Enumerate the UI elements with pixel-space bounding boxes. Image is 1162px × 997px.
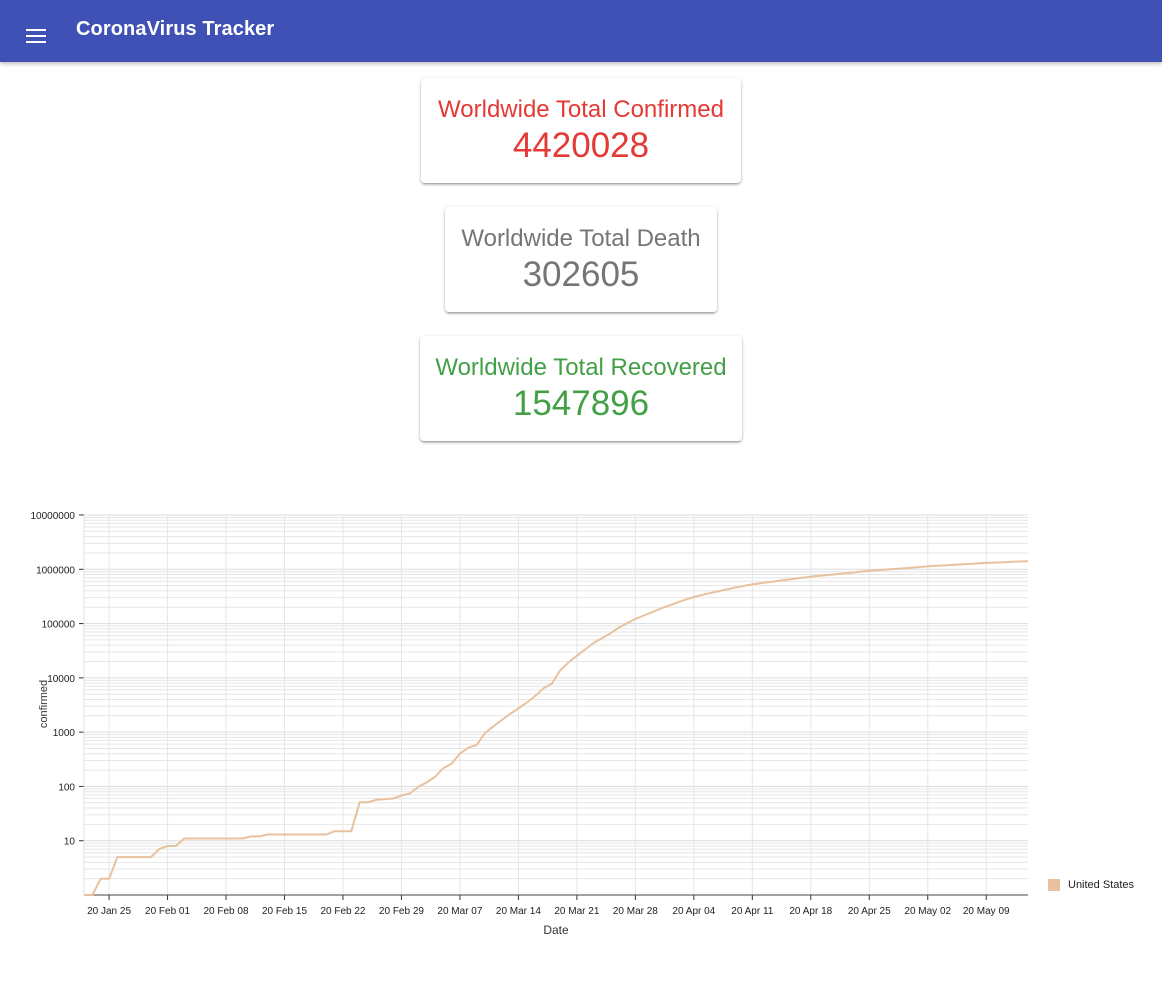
x-tick-label: 20 Mar 14 [496,906,541,917]
x-tick-label: 20 Mar 21 [554,906,599,917]
x-tick-label: 20 Feb 22 [320,906,365,917]
app-title: CoronaVirus Tracker [76,18,275,40]
death-card: Worldwide Total Death 302605 [445,207,717,312]
y-tick-label: 1000000 [36,565,75,576]
menu-button[interactable] [16,11,56,51]
legend-label-united-states: United States [1068,879,1135,891]
x-tick-label: 20 Feb 08 [203,906,248,917]
hamburger-menu-icon [26,29,46,43]
x-tick-label: 20 Mar 28 [613,906,658,917]
x-tick-label: 20 May 09 [963,906,1010,917]
y-tick-label: 10000000 [31,511,76,522]
app-bar: CoronaVirus Tracker [0,0,1162,62]
x-tick-label: 20 May 02 [904,906,951,917]
confirmed-card: Worldwide Total Confirmed 4420028 [421,78,741,183]
chart-container: 10 100 1000 10000 100000 1000000 10000000 20 J… [0,480,1162,950]
legend-swatch-united-states [1048,879,1060,891]
y-tick-label: 100 [58,782,75,793]
confirmed-value: 4420028 [512,126,650,165]
x-tick-label: 20 Feb 01 [145,906,190,917]
x-tick-label: 20 Apr 18 [789,906,832,917]
x-tick-label: 20 Apr 04 [672,906,715,917]
y-tick-label: 10000 [47,674,75,685]
y-axis-label: confirmed [38,680,50,728]
death-value: 302605 [522,255,640,294]
confirmed-line-chart: 10 100 1000 10000 100000 1000000 10000000 20 J… [31,511,1135,937]
recovered-card: Worldwide Total Recovered 1547896 [420,336,742,441]
x-tick-label: 20 Apr 25 [848,906,891,917]
x-tick-label: 20 Feb 15 [262,906,307,917]
death-label: Worldwide Total Death [461,225,701,252]
x-tick-label: 20 Mar 07 [437,906,482,917]
legend: United States [1048,879,1135,891]
x-axis: 20 Jan 25 20 Feb 01 20 Feb 08 20 Feb 15 20 F… [84,894,1028,917]
x-axis-label: Date [543,923,569,937]
x-tick-label: 20 Apr 11 [731,906,774,917]
y-tick-label: 10 [64,837,76,848]
confirmed-label: Worldwide Total Confirmed [438,96,724,123]
recovered-label: Worldwide Total Recovered [435,354,727,381]
y-tick-label: 1000 [53,728,76,739]
y-tick-label: 100000 [42,620,76,631]
x-tick-label: 20 Feb 29 [379,906,424,917]
recovered-value: 1547896 [512,384,650,423]
x-tick-label: 20 Jan 25 [87,906,131,917]
